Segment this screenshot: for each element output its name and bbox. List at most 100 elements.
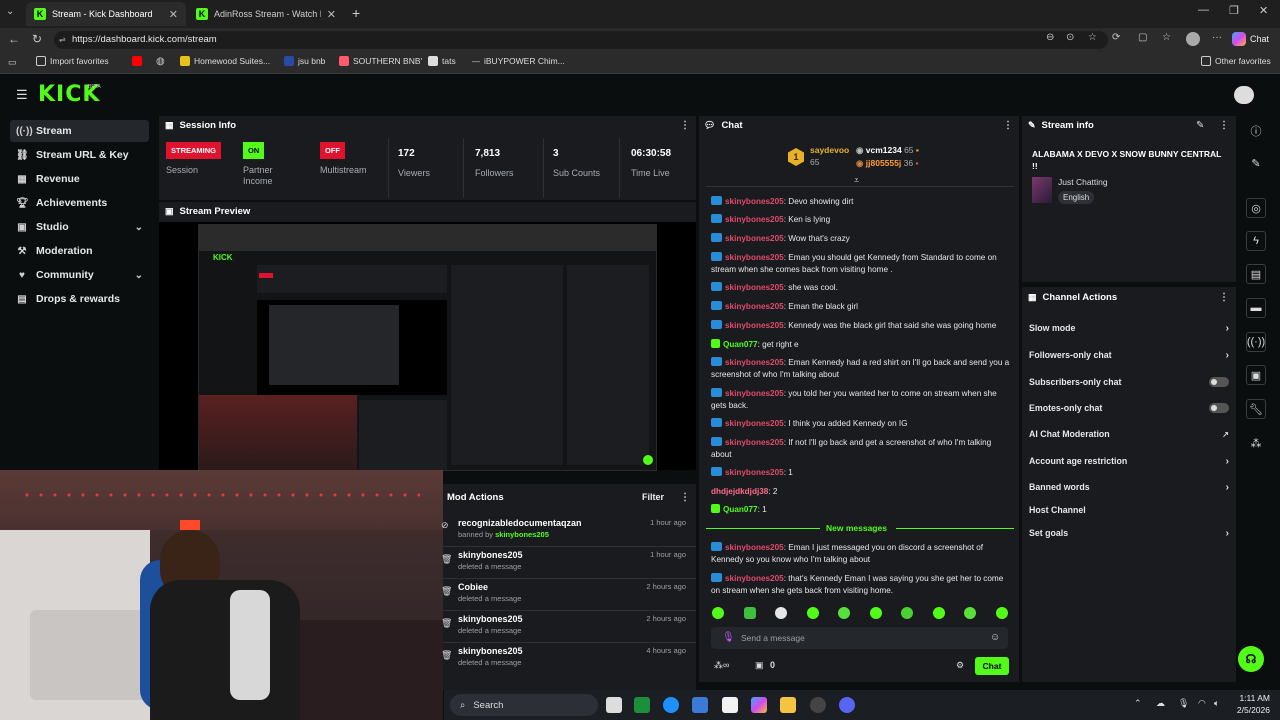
close-window-icon[interactable]: ✕ — [1259, 4, 1268, 17]
bookmark-homewood[interactable]: Homewood Suites... — [180, 56, 270, 66]
taskbar-clock[interactable]: 1:11 AM 2/5/2026 — [1230, 692, 1270, 716]
stream-info-more-icon[interactable]: ⋮ — [1219, 120, 1229, 131]
extensions-icon[interactable]: ⟳ — [1112, 32, 1120, 43]
category-name[interactable]: Just Chatting — [1058, 177, 1108, 187]
rail-document-button[interactable]: ▤ — [1240, 261, 1272, 287]
mod-more-icon[interactable]: ⋮ — [680, 492, 690, 503]
channel-action-followers-only[interactable]: Followers-only chat › — [1029, 348, 1229, 362]
help-support-icon[interactable]: ☊ — [1238, 646, 1264, 672]
bookmark-jsu-bnb[interactable]: jsu bnb — [284, 56, 325, 66]
rail-lightning-button[interactable]: ϟ — [1240, 228, 1272, 254]
menu-hamburger-icon[interactable]: ☰ — [16, 87, 28, 103]
back-icon[interactable]: ← — [8, 32, 20, 46]
leader-1-name[interactable]: saydevoo — [810, 145, 849, 155]
channel-action-subscribers-only[interactable]: Subscribers-only chat — [1029, 375, 1229, 389]
app-icon[interactable] — [810, 697, 826, 713]
emote-icon[interactable] — [806, 607, 819, 619]
bookmark-import-favorites[interactable]: Import favorites — [36, 56, 109, 66]
bookmark-globe[interactable]: ◍ — [156, 56, 165, 67]
favorite-star-icon[interactable]: ☆ — [1088, 32, 1097, 43]
rail-community-icon[interactable]: ⁂ — [1240, 430, 1272, 456]
session-more-icon[interactable]: ⋮ — [680, 120, 690, 131]
leader-2[interactable]: ◉ vcm1234 65 ▪ — [856, 145, 919, 156]
taskbar-search[interactable]: ⌕ Search — [450, 694, 598, 716]
mod-filter-button[interactable]: Filter — [642, 492, 664, 502]
tab-kick-dashboard[interactable]: K Stream - Kick Dashboard ✕ — [26, 2, 186, 26]
emote-icon[interactable] — [775, 607, 788, 619]
more-menu-icon[interactable]: ··· — [1212, 32, 1222, 43]
copilot-chat-button[interactable]: Chat — [1232, 32, 1269, 46]
minimize-icon[interactable]: — — [1198, 4, 1209, 16]
microphone-icon[interactable]: 🎙︎ — [722, 632, 735, 643]
sidebar-item-drops-rewards[interactable]: ▤ Drops & rewards — [10, 288, 149, 310]
new-tab-button[interactable]: + — [352, 5, 360, 21]
edit-stream-info-icon[interactable]: ✎ — [1196, 120, 1204, 131]
mod-action-item[interactable]: 🗑︎ skinybones205 deleted a message 1 hour… — [441, 550, 694, 576]
profile-avatar[interactable] — [1186, 32, 1200, 46]
tray-overflow-icon[interactable]: ⌃ — [1134, 698, 1142, 709]
channel-action-ai-moderation[interactable]: AI Chat Moderation ↗ — [1029, 427, 1229, 441]
user-avatar[interactable] — [1234, 86, 1254, 104]
mod-action-item[interactable]: ⊘ recognizabledocumentaqzan banned by ski… — [441, 518, 694, 544]
refresh-icon[interactable]: ↻ — [32, 32, 42, 46]
tab-list-chevron-icon[interactable]: ⌄ — [6, 6, 14, 17]
emotes-only-toggle[interactable] — [1209, 403, 1229, 413]
favorites-icon[interactable]: ☆ — [1162, 32, 1171, 43]
rail-broadcast-button[interactable]: ((·)) — [1240, 329, 1272, 355]
emote-icon[interactable] — [964, 607, 977, 619]
sidebar-item-studio[interactable]: ▣ Studio ⌄ — [10, 216, 149, 238]
community-points-icon[interactable]: ⁂∞ — [714, 660, 729, 671]
channel-action-account-age[interactable]: Account age restriction › — [1029, 454, 1229, 468]
emote-icon[interactable] — [712, 607, 724, 619]
mod-action-item[interactable]: 🗑︎ skinybones205 deleted a message 2 hour… — [441, 614, 694, 640]
rail-tools-button[interactable]: 🔧︎ — [1240, 396, 1272, 422]
mic-tray-icon[interactable]: 🎙︎ — [1178, 698, 1189, 709]
channel-action-emotes-only[interactable]: Emotes-only chat — [1029, 401, 1229, 415]
category-thumbnail[interactable] — [1032, 177, 1052, 203]
mod-action-item[interactable]: 🗑︎ skinybones205 deleted a message 4 hour… — [441, 646, 694, 672]
sidebar-item-community[interactable]: ♥ Community ⌄ — [10, 264, 149, 286]
store-icon[interactable] — [692, 697, 708, 713]
zoom-icon[interactable]: ⊖ — [1046, 32, 1054, 43]
discord-icon[interactable] — [839, 697, 855, 713]
channel-action-host-channel[interactable]: Host Channel — [1029, 503, 1229, 517]
reader-icon[interactable]: ⊙ — [1066, 32, 1074, 43]
maximize-icon[interactable]: ❐ — [1229, 4, 1239, 17]
channel-actions-more-icon[interactable]: ⋮ — [1219, 292, 1229, 303]
rail-camera-button[interactable]: ◎ — [1240, 195, 1272, 221]
copilot-icon[interactable] — [751, 697, 767, 713]
rail-layout-button[interactable]: ▣ — [1240, 362, 1272, 388]
other-favorites[interactable]: Other favorites — [1201, 56, 1271, 66]
bookmark-ibuypower[interactable]: — iBUYPOWER Chim... — [472, 56, 565, 66]
emote-icon[interactable] — [901, 607, 914, 619]
channel-action-set-goals[interactable]: Set goals › — [1029, 526, 1229, 540]
subscribers-only-toggle[interactable] — [1209, 377, 1229, 387]
notepad-icon[interactable] — [722, 697, 738, 713]
channel-action-slow-mode[interactable]: Slow mode › — [1029, 321, 1229, 335]
emote-icon[interactable] — [869, 607, 882, 619]
reading-list-icon[interactable]: ▭ — [8, 57, 17, 68]
rail-chat-button[interactable]: ▬ — [1240, 295, 1272, 321]
site-info-icon[interactable]: ⇌ — [59, 35, 66, 44]
tab-close-icon[interactable]: ✕ — [327, 8, 336, 21]
bookmark-tats[interactable]: tats — [428, 56, 456, 66]
sidebar-item-achievements[interactable]: 🏆︎ Achievements — [10, 192, 149, 214]
channel-action-banned-words[interactable]: Banned words › — [1029, 480, 1229, 494]
edge-icon[interactable] — [663, 697, 679, 713]
task-view-icon[interactable] — [606, 697, 622, 713]
xbox-icon[interactable] — [634, 697, 650, 713]
emote-icon[interactable] — [932, 607, 945, 619]
volume-icon[interactable]: 🔈︎ — [1214, 698, 1219, 709]
mod-action-item[interactable]: 🗑︎ Cobiee deleted a message 2 hours ago — [441, 582, 694, 608]
emote-icon[interactable] — [838, 607, 851, 619]
chat-settings-icon[interactable]: ⚙ — [956, 660, 964, 671]
bookmark-youtube[interactable] — [132, 56, 142, 66]
bookmark-southern-bnb[interactable]: SOUTHERN BNB' — [339, 56, 422, 66]
onedrive-icon[interactable]: ☁ — [1156, 698, 1165, 709]
chat-more-icon[interactable]: ⋮ — [1003, 120, 1013, 131]
send-chat-button[interactable]: Chat — [975, 657, 1009, 675]
file-explorer-icon[interactable] — [780, 697, 796, 713]
rail-info-icon[interactable]: ⓘ — [1240, 118, 1272, 144]
sidebar-item-revenue[interactable]: ▦ Revenue — [10, 168, 149, 190]
url-field[interactable]: https://dashboard.kick.com/stream — [54, 31, 1108, 49]
